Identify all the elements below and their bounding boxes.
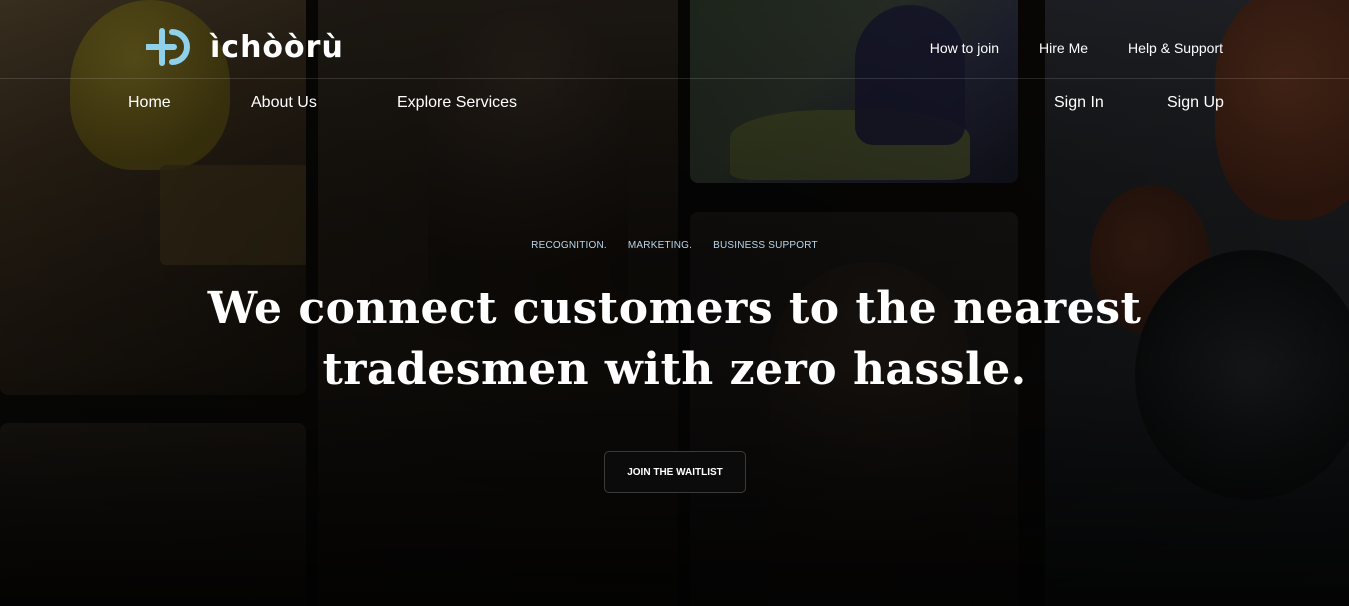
tag-recognition: RECOGNITION. [531,240,607,251]
tag-business-support: BUSINESS SUPPORT [713,240,818,251]
hero-tags: RECOGNITION. MARKETING. BUSINESS SUPPORT [0,240,1349,251]
brand-name: ìchòòrù [210,29,344,65]
headline-line-2: tradesmen with zero hassle. [322,344,1027,395]
nav-explore-services[interactable]: Explore Services [397,94,517,112]
top-bar: ìchòòrù How to join Hire Me Help & Suppo… [0,0,1349,79]
sign-up-link[interactable]: Sign Up [1167,94,1224,112]
hero-headline: We connect customers to the nearest trad… [0,278,1349,400]
brand-logo[interactable]: ìchòòrù [143,27,344,67]
how-to-join-link[interactable]: How to join [930,40,999,56]
nav-home[interactable]: Home [128,94,171,112]
nav-about-us[interactable]: About Us [251,94,317,112]
sign-in-link[interactable]: Sign In [1054,94,1104,112]
utility-nav: How to join Hire Me Help & Support [930,40,1223,56]
hire-me-link[interactable]: Hire Me [1039,40,1088,56]
plus-circle-logo-icon [143,27,200,67]
main-nav: Home About Us Explore Services Sign In S… [0,94,1349,116]
join-waitlist-button[interactable]: JOIN THE WAITLIST [604,451,746,493]
headline-line-1: We connect customers to the nearest [207,283,1142,334]
help-support-link[interactable]: Help & Support [1128,40,1223,56]
tag-marketing: MARKETING. [627,240,693,251]
